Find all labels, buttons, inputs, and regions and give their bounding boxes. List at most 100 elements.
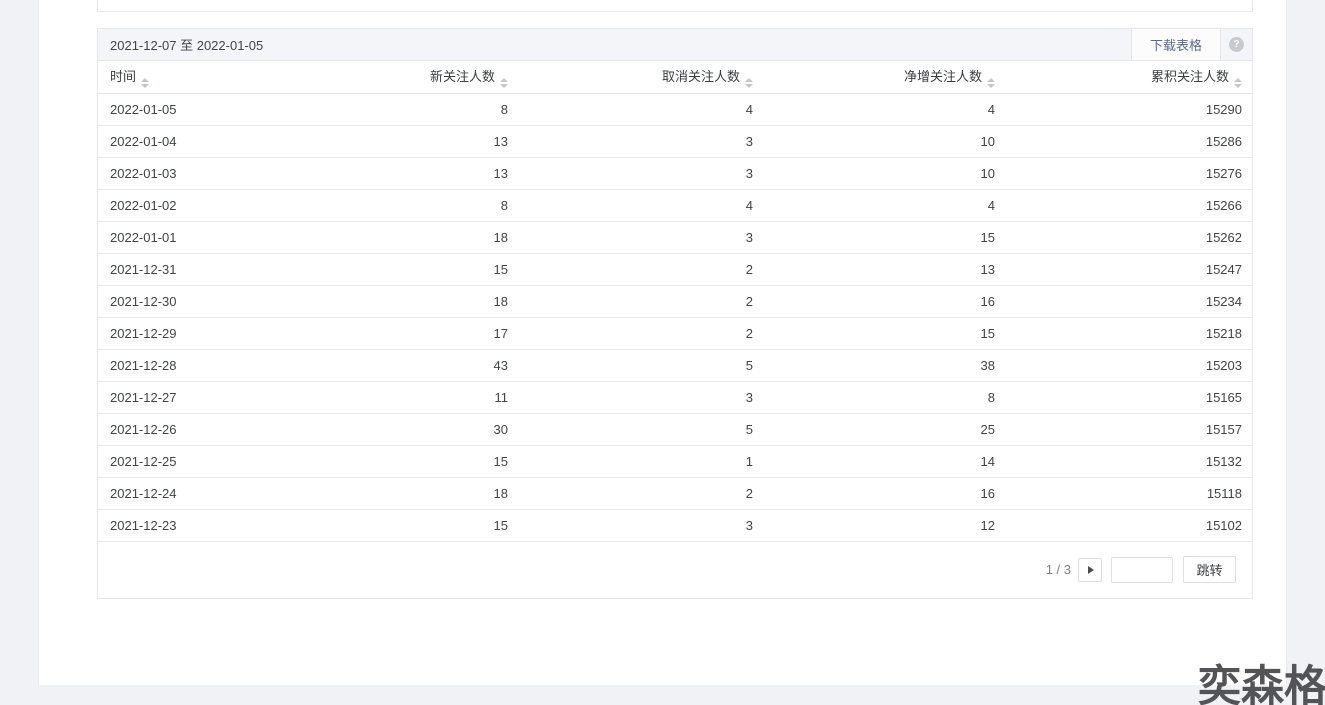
cell-date: 2021-12-25 [98, 445, 248, 478]
cell-value: 16 [763, 477, 1005, 510]
column-header-label: 时间 [110, 68, 137, 84]
site-watermark-logo: 奕森格 [1198, 663, 1325, 705]
cell-date: 2021-12-31 [98, 253, 248, 286]
column-header-label: 净增关注人数 [903, 68, 982, 84]
cell-value: 10 [763, 125, 1005, 158]
header-spacer [263, 29, 1131, 60]
table-row: 2021-12-31 15 2 13 15247 [98, 253, 1252, 286]
cell-value: 15247 [1005, 253, 1252, 286]
cell-value: 8 [248, 189, 518, 222]
cell-value: 15262 [1005, 221, 1252, 254]
column-header[interactable]: 时间 [98, 61, 248, 94]
cell-value: 15 [763, 317, 1005, 350]
next-page-button[interactable] [1078, 557, 1102, 582]
download-table-button[interactable]: 下载表格 [1131, 29, 1221, 60]
column-header-label: 累积关注人数 [1150, 68, 1229, 84]
cell-value: 15234 [1005, 285, 1252, 318]
cell-value: 15 [763, 221, 1005, 254]
cell-date: 2022-01-05 [98, 93, 248, 126]
column-header[interactable]: 累积关注人数 [1005, 61, 1252, 94]
cell-value: 2 [518, 477, 763, 510]
cell-value: 12 [763, 509, 1005, 542]
cell-value: 2 [518, 253, 763, 286]
cell-value: 4 [518, 93, 763, 126]
cell-value: 18 [248, 285, 518, 318]
table-row: 2022-01-05 8 4 4 15290 [98, 93, 1252, 126]
cell-value: 15 [248, 509, 518, 542]
follower-stats-table: 时间 新关注人数 取消关注人数 净增关注人数 累积关注人数 2022-01-05 8 4 4 1… [98, 61, 1252, 542]
cell-value: 4 [763, 189, 1005, 222]
cell-value: 2 [518, 285, 763, 318]
date-range-label: 2021-12-07 至 2022-01-05 [110, 38, 264, 53]
cell-value: 17 [248, 317, 518, 350]
table-row: 2022-01-02 8 4 4 15266 [98, 189, 1252, 222]
table-body: 2022-01-05 8 4 4 15290 2022-01-04 13 3 10 15286 20… [98, 93, 1252, 542]
page-jump-button[interactable]: 跳转 [1183, 556, 1236, 583]
cell-value: 13 [763, 253, 1005, 286]
table-row: 2021-12-23 15 3 12 15102 [98, 509, 1252, 542]
right-arrow-icon [1088, 565, 1094, 574]
cell-value: 4 [518, 189, 763, 222]
sort-carets-icon [745, 77, 753, 88]
cell-value: 16 [763, 285, 1005, 318]
cell-value: 15276 [1005, 157, 1252, 190]
help-segment: ? [1221, 29, 1252, 60]
cell-value: 15290 [1005, 93, 1252, 126]
column-header[interactable]: 新关注人数 [248, 61, 518, 94]
cell-value: 10 [763, 157, 1005, 190]
card-header: 2021-12-07 至 2022-01-05 下载表格 ? [98, 29, 1252, 61]
cell-date: 2021-12-29 [98, 317, 248, 350]
cell-value: 15118 [1005, 477, 1252, 510]
cell-value: 18 [248, 221, 518, 254]
cell-value: 14 [763, 445, 1005, 478]
table-row: 2021-12-29 17 2 15 15218 [98, 317, 1252, 350]
cell-value: 43 [248, 349, 518, 382]
cell-value: 8 [763, 381, 1005, 414]
cell-value: 15 [248, 253, 518, 286]
follower-stats-card: 2021-12-07 至 2022-01-05 下载表格 ? 时间 新关注人数 取消… [97, 28, 1253, 599]
cell-value: 1 [518, 445, 763, 478]
cell-value: 5 [518, 349, 763, 382]
cell-date: 2022-01-04 [98, 125, 248, 158]
cell-value: 15266 [1005, 189, 1252, 222]
cell-value: 15 [248, 445, 518, 478]
column-header[interactable]: 取消关注人数 [518, 61, 763, 94]
table-row: 2021-12-30 18 2 16 15234 [98, 285, 1252, 318]
help-icon[interactable]: ? [1229, 37, 1244, 52]
table-row: 2021-12-28 43 5 38 15203 [98, 349, 1252, 382]
cell-value: 3 [518, 509, 763, 542]
cell-value: 15157 [1005, 413, 1252, 446]
cell-value: 25 [763, 413, 1005, 446]
table-row: 2022-01-01 18 3 15 15262 [98, 221, 1252, 254]
cell-value: 15203 [1005, 349, 1252, 382]
cell-date: 2022-01-01 [98, 221, 248, 254]
previous-card-bottom-edge [97, 0, 1253, 12]
column-header-label: 取消关注人数 [661, 68, 740, 84]
cell-date: 2021-12-26 [98, 413, 248, 446]
cell-date: 2021-12-28 [98, 349, 248, 382]
cell-value: 13 [248, 157, 518, 190]
cell-date: 2022-01-03 [98, 157, 248, 190]
table-row: 2021-12-25 15 1 14 15132 [98, 445, 1252, 478]
cell-value: 18 [248, 477, 518, 510]
cell-value: 38 [763, 349, 1005, 382]
table-row: 2022-01-03 13 3 10 15276 [98, 157, 1252, 190]
column-header[interactable]: 净增关注人数 [763, 61, 1005, 94]
cell-date: 2021-12-30 [98, 285, 248, 318]
sort-carets-icon [141, 77, 150, 88]
cell-value: 3 [518, 221, 763, 254]
cell-date: 2021-12-23 [98, 509, 248, 542]
pagination-bar: 1 / 3 跳转 [98, 542, 1252, 598]
cell-value: 5 [518, 413, 763, 446]
cell-value: 15132 [1005, 445, 1252, 478]
cell-value: 4 [763, 93, 1005, 126]
cell-value: 3 [518, 157, 763, 190]
cell-value: 15218 [1005, 317, 1252, 350]
sort-carets-icon [500, 77, 508, 88]
page-jump-input[interactable] [1111, 556, 1173, 583]
table-header-row: 时间 新关注人数 取消关注人数 净增关注人数 累积关注人数 [98, 61, 1252, 94]
column-header-label: 新关注人数 [429, 68, 495, 84]
cell-date: 2022-01-02 [98, 189, 248, 222]
cell-value: 3 [518, 125, 763, 158]
sort-carets-icon [987, 77, 995, 88]
